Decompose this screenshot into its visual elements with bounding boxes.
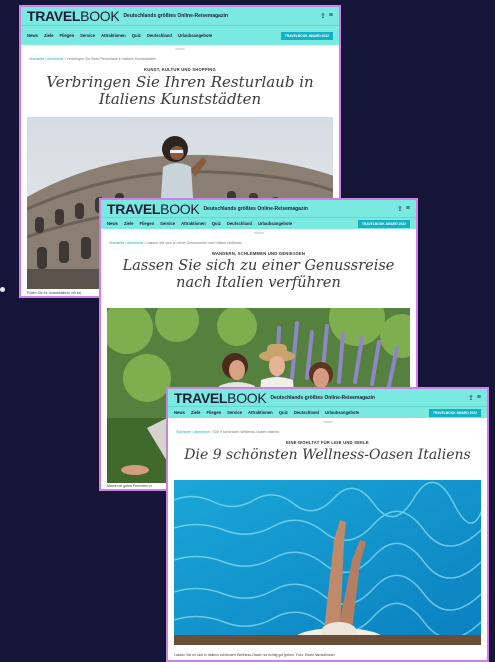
nav-item-news[interactable]: News: [174, 410, 185, 415]
nav-item[interactable]: Ziele: [44, 33, 54, 38]
scroll-handle[interactable]: [253, 232, 264, 234]
nav-item-deutschland[interactable]: Deutschland: [294, 410, 319, 415]
share-icon[interactable]: ⇪: [397, 205, 403, 213]
menu-icon[interactable]: ≡: [406, 205, 410, 213]
site-logo[interactable]: TRAVELBOOK: [107, 201, 200, 217]
bullet-dot: [0, 287, 5, 292]
nav-item[interactable]: Urlaubsangebote: [178, 33, 212, 38]
nav-item[interactable]: News: [27, 33, 38, 38]
site-tagline: Deutschlands größtes Online-Reisemagazin: [123, 13, 228, 19]
site-header: TRAVELBOOK Deutschlands größtes Online-R…: [21, 7, 339, 25]
nav-item-attraktionen[interactable]: Attraktionen: [181, 221, 206, 226]
nav-item-ziele[interactable]: Ziele: [124, 221, 134, 226]
image-caption: Lassen Sie es sich in Italiens schönsten…: [174, 653, 335, 657]
site-logo[interactable]: TRAVELBOOK: [174, 390, 267, 406]
article-title[interactable]: Verbringen Sie Ihren Resturlaub in Itali…: [21, 73, 339, 109]
nav-item-quiz[interactable]: Quiz: [279, 410, 288, 415]
menu-icon[interactable]: ≡: [477, 394, 481, 402]
site-header: TRAVELBOOK Deutschlands größtes Online-R…: [101, 200, 416, 217]
nav-item[interactable]: Fliegen: [60, 33, 75, 38]
breadcrumb[interactable]: Startseite / Abenteuer / Die 9 schönsten…: [168, 426, 487, 434]
scroll-handle[interactable]: [175, 48, 185, 50]
article-kicker: KUNST, KULTUR UND SHOPPING: [144, 67, 216, 72]
share-icon[interactable]: ⇪: [320, 12, 326, 20]
article-hero-image: [174, 480, 481, 645]
nav-item-ziele[interactable]: Ziele: [191, 410, 201, 415]
nav-item-urlaubsangebote[interactable]: Urlaubsangebote: [325, 410, 359, 415]
nav-item[interactable]: Attraktionen: [101, 33, 126, 38]
article-title[interactable]: Lassen Sie sich zu einer Genussreise nac…: [101, 258, 416, 291]
breadcrumb[interactable]: Startseite / Abenteuer / Lassen Sie sich…: [101, 237, 416, 245]
article-card-wellness[interactable]: TRAVELBOOK Deutschlands größtes Online-R…: [166, 387, 489, 662]
nav-item-service[interactable]: Service: [160, 221, 175, 226]
nav-item[interactable]: Service: [80, 33, 95, 38]
award-badge[interactable]: TRAVELBOOK AWARD 2022: [280, 31, 333, 40]
nav-item-fliegen[interactable]: Fliegen: [207, 410, 222, 415]
award-badge[interactable]: TRAVELBOOK AWARD 2022: [357, 219, 410, 228]
nav-item-quiz[interactable]: Quiz: [212, 221, 221, 226]
award-badge[interactable]: TRAVELBOOK AWARD 2022: [428, 408, 481, 417]
nav-bar: News Ziele Fliegen Service Attraktionen …: [101, 217, 416, 229]
article-kicker: WANDERN, SCHLEMMEN UND GENIESSEN: [211, 251, 306, 256]
breadcrumb[interactable]: Startseite / Abenteuer / Verbringen Sie …: [21, 53, 339, 61]
image-caption: Füllen Sie Ihr Urlaubsalbum mit sei: [27, 291, 82, 295]
nav-bar: News Ziele Fliegen Service Attraktionen …: [168, 406, 487, 418]
nav-item-news[interactable]: News: [107, 221, 118, 226]
nav-item-urlaubsangebote[interactable]: Urlaubsangebote: [258, 221, 292, 226]
image-caption: Macht mit guten Freunden ur: [107, 484, 152, 488]
nav-item[interactable]: Deutschland: [147, 33, 172, 38]
nav-item-attraktionen[interactable]: Attraktionen: [248, 410, 273, 415]
menu-icon[interactable]: ≡: [329, 12, 333, 20]
site-logo[interactable]: TRAVELBOOK: [27, 8, 120, 24]
nav-item-deutschland[interactable]: Deutschland: [227, 221, 252, 226]
scroll-handle[interactable]: [322, 421, 333, 423]
nav-bar: News Ziele Fliegen Service Attraktionen …: [21, 25, 339, 45]
site-tagline: Deutschlands größtes Online-Reisemagazin: [270, 394, 375, 401]
share-icon[interactable]: ⇪: [468, 394, 474, 402]
nav-item-fliegen[interactable]: Fliegen: [140, 221, 155, 226]
article-kicker: EINE WOHLTAT FÜR LEIB UND SEELE: [286, 440, 369, 445]
nav-item[interactable]: Quiz: [132, 33, 141, 38]
article-title[interactable]: Die 9 schönsten Wellness-Oasen Italiens: [168, 447, 487, 463]
site-header: TRAVELBOOK Deutschlands größtes Online-R…: [168, 389, 487, 406]
site-tagline: Deutschlands größtes Online-Reisemagazin: [203, 205, 308, 212]
nav-item-service[interactable]: Service: [227, 410, 242, 415]
